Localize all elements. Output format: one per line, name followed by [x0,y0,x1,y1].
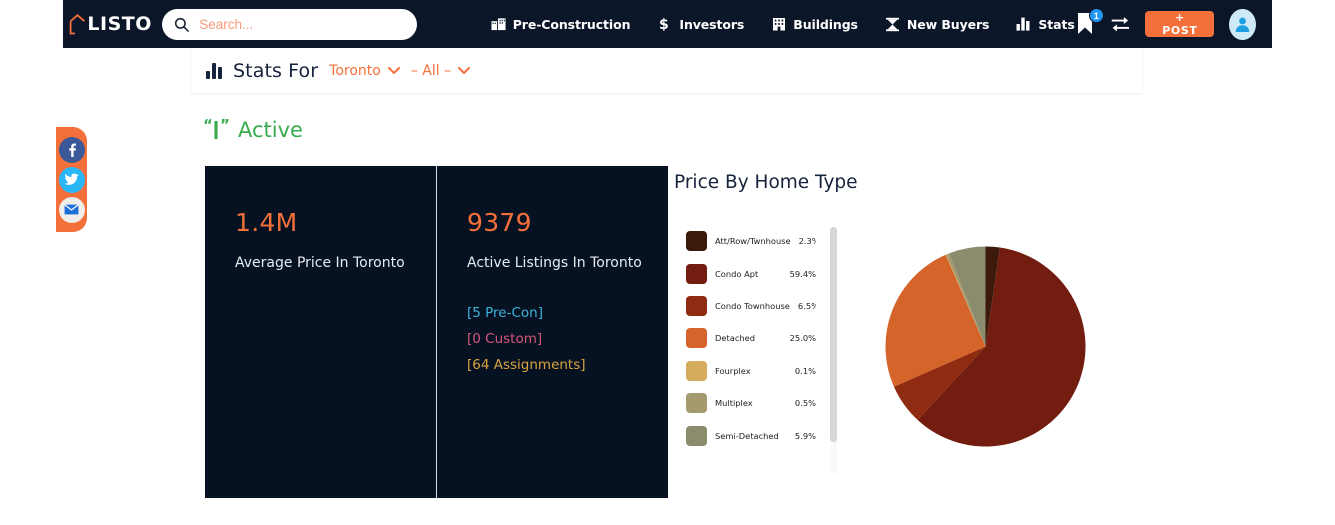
active-section-heading: “ ” Active [203,118,303,142]
legend-item[interactable]: Condo Townhouse 6.5% [686,290,816,322]
twitter-icon [64,173,79,185]
nav-link-new-buyers[interactable]: New Buyers [885,17,990,32]
stats-cards: 1.4M Average Price In Toronto 9379 Activ… [205,166,668,498]
legend-swatch [686,263,707,284]
legend-swatch [686,393,707,414]
nav-right-actions: 1 + POST [1075,8,1256,40]
legend-scrollbar[interactable] [830,227,837,474]
legend-value: 5.9% [794,430,816,441]
facebook-icon [68,143,76,157]
city-filter-value: Toronto [329,62,381,79]
search-icon [175,17,190,32]
sublink-custom[interactable]: [0 Custom] [467,331,668,347]
svg-text:“: “ [203,118,213,134]
legend-value: 2.3% [798,236,816,247]
buildings-icon [491,17,506,32]
nav-link-label: Buildings [793,16,858,32]
share-twitter-button[interactable] [58,166,85,193]
type-filter-value: – All – [410,62,452,79]
nav-links: Pre-Construction $ Investors Buildings N… [491,17,1075,32]
active-section-label: Active [238,118,303,142]
stat-sublinks: [5 Pre-Con] [0 Custom] [64 Assignments] [467,305,668,373]
sublink-assignments[interactable]: [64 Assignments] [467,357,668,373]
share-facebook-button[interactable] [58,136,85,163]
chart-legend[interactable]: Att/Row/Twnhouse2.3%Condo Apt59.4%Condo … [686,225,816,467]
dollar-icon: $ [657,17,672,32]
stat-value: 9379 [467,208,532,237]
top-navbar: LISTO Search... Pre-Construction $ Inves… [63,0,1272,48]
house-outline-icon [69,13,86,35]
stat-label: Average Price In Toronto [235,255,405,271]
nav-link-stats[interactable]: Stats [1016,16,1075,32]
nav-link-label: New Buyers [906,16,990,32]
stats-filter-bar: Stats For Toronto – All – [192,48,1143,93]
compare-arrows-icon[interactable] [1110,14,1131,34]
city-filter-dropdown[interactable]: Toronto [329,63,400,79]
bar-chart-icon [1016,17,1031,32]
svg-text:”: ” [220,118,229,134]
legend-item[interactable]: Semi-Detached 5.9% [686,419,816,451]
social-share-rail [56,127,87,232]
legend-label: Detached [715,333,756,344]
legend-label: Multiplex [715,398,753,409]
nav-link-investors[interactable]: $ Investors [657,16,745,33]
stat-value: 1.4M [235,208,298,237]
type-filter-dropdown[interactable]: – All – [410,62,471,79]
legend-swatch [686,231,707,252]
legend-item[interactable]: Multiplex 0.5% [686,387,816,419]
legend-swatch [686,295,707,316]
broadcast-signal-icon: “ ” [203,118,229,139]
envelope-icon [64,204,79,215]
nav-link-label: Stats [1038,16,1075,32]
user-avatar-icon [1235,17,1250,32]
nav-link-pre-construction[interactable]: Pre-Construction [491,16,631,32]
legend-scrollbar-thumb[interactable] [830,227,837,442]
building-icon [771,17,786,32]
legend-label: Condo Townhouse [715,300,790,311]
legend-label: Semi-Detached [715,430,779,441]
legend-value: 25.0% [789,333,816,344]
bar-chart-icon [206,62,222,79]
legend-swatch [686,360,707,381]
chevron-down-icon [458,67,471,74]
legend-value: 6.5% [797,300,816,311]
bookmark-badge: 1 [1088,8,1104,23]
bookmark-button[interactable]: 1 [1075,8,1104,36]
nav-link-label: Pre-Construction [512,16,631,32]
svg-text:$: $ [659,17,669,32]
chart-title: Price By Home Type [674,172,858,193]
stat-card-average-price: 1.4M Average Price In Toronto [205,166,436,498]
legend-swatch [686,328,707,349]
user-avatar[interactable] [1229,8,1256,40]
new-buyers-icon [885,17,900,32]
legend-item[interactable]: Condo Apt 59.4% [686,257,816,289]
page-title: Stats For [233,59,319,82]
nav-link-label: Investors [679,16,745,32]
pie-chart [884,245,1087,448]
search-input[interactable] [199,16,405,32]
legend-value: 0.1% [794,365,816,376]
nav-link-buildings[interactable]: Buildings [771,17,858,32]
share-email-button[interactable] [58,196,85,223]
legend-item[interactable]: Att/Row/Twnhouse 2.3% [686,225,816,257]
legend-label: Condo Apt [715,268,759,279]
legend-value: 59.4% [789,268,816,279]
logo-text: LISTO [87,13,152,35]
legend-swatch [686,425,707,446]
legend-label: Fourplex [715,365,751,376]
chevron-down-icon [387,67,400,74]
legend-item[interactable]: Fourplex 0.1% [686,355,816,387]
legend-value: 0.5% [794,398,816,409]
search-box[interactable] [162,8,417,40]
page-root: LISTO Search... Pre-Construction $ Inves… [0,0,1335,525]
sublink-pre-con[interactable]: [5 Pre-Con] [467,305,668,321]
legend-item[interactable]: Detached 25.0% [686,322,816,354]
site-logo[interactable]: LISTO [63,13,158,35]
stat-card-active-listings: 9379 Active Listings In Toronto [5 Pre-C… [436,166,668,498]
legend-label: Att/Row/Twnhouse [715,236,791,247]
stat-label: Active Listings In Toronto [467,255,642,271]
post-button[interactable]: + POST [1145,11,1215,37]
